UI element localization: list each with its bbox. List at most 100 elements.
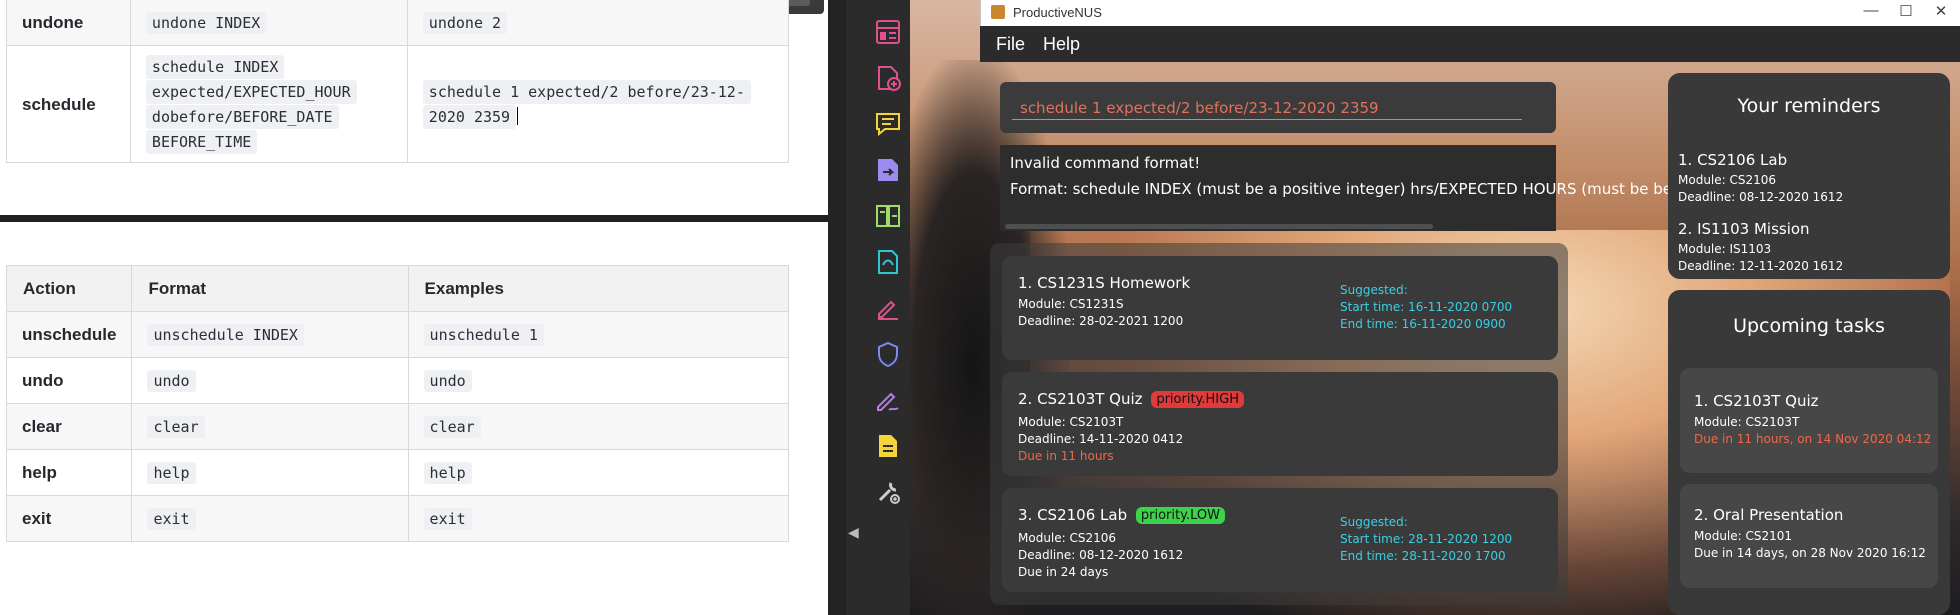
task-suggested: Suggested: — [1340, 283, 1408, 297]
example-code: schedule 1 expected/2 before/23-12- — [422, 80, 751, 104]
example-cell: undone 2 — [406, 0, 790, 46]
example-cell: clear — [407, 403, 790, 450]
example-code: 2020 2359 — [422, 105, 517, 129]
collapse-strip[interactable] — [828, 0, 846, 615]
upcoming-tasks-panel: Upcoming tasks 1. CS2103T Quiz Module: C… — [1668, 290, 1950, 615]
action-cell: schedule — [6, 45, 131, 163]
fill-sign-icon[interactable] — [874, 386, 902, 414]
priority-badge: priority.HIGH — [1151, 391, 1244, 408]
window-titlebar[interactable]: ProductiveNUS — ☐ ✕ — [980, 0, 1960, 26]
task-due: Due in 11 hours — [1018, 449, 1114, 463]
reminder-title: 1. CS2106 Lab — [1678, 151, 1788, 169]
productivenus-window: ProductiveNUS — ☐ ✕ File Help Invalid co… — [910, 0, 1960, 615]
task-deadline: Deadline: 28-02-2021 1200 — [1018, 314, 1184, 328]
task-title: 3. CS2106 Lab — [1018, 506, 1128, 524]
example-code: help — [423, 461, 472, 484]
menu-help[interactable]: Help — [1043, 34, 1080, 55]
task-end-time: End time: 16-11-2020 0900 — [1340, 317, 1506, 331]
document-icon[interactable] — [874, 432, 902, 460]
maximize-button[interactable]: ☐ — [1891, 2, 1921, 20]
reminder-module: Module: CS2106 — [1678, 173, 1777, 187]
example-code: unschedule 1 — [423, 323, 544, 346]
table-row: schedule schedule INDEX expected/EXPECTE… — [6, 45, 790, 163]
example-cell: unschedule 1 — [407, 311, 790, 358]
format-cell: schedule INDEX expected/EXPECTED_HOUR do… — [129, 45, 408, 163]
upcoming-card[interactable]: 1. CS2103T Quiz Module: CS2103T Due in 1… — [1680, 368, 1938, 473]
header-action: Action — [5, 265, 133, 312]
command-box — [1000, 82, 1556, 133]
text-cursor — [517, 107, 519, 125]
reminder-deadline: Deadline: 12-11-2020 1612 — [1678, 259, 1844, 273]
priority-badge: priority.LOW — [1135, 507, 1225, 524]
table-row: unschedule unschedule INDEX unschedule 1 — [5, 311, 790, 358]
upcoming-due: Due in 14 days, on 28 Nov 2020 16:12 — [1694, 546, 1926, 560]
table-row: help help help — [5, 449, 790, 496]
format-cell: clear — [131, 403, 409, 450]
organize-icon[interactable] — [874, 202, 902, 230]
table-row: clear clear clear — [5, 403, 790, 450]
example-code: clear — [423, 415, 481, 438]
format-code: unschedule INDEX — [147, 323, 304, 346]
result-scrollbar[interactable] — [1005, 224, 1433, 229]
action-cell: undone — [6, 0, 131, 46]
reminders-header: Your reminders — [1737, 95, 1881, 117]
result-display: Invalid command format! Format: schedule… — [1000, 145, 1672, 231]
header-format: Format — [131, 265, 409, 312]
upcoming-module: Module: CS2101 — [1694, 529, 1793, 543]
minimize-button[interactable]: — — [1856, 2, 1886, 19]
format-code: clear — [147, 415, 205, 438]
format-code: dobefore/BEFORE_DATE — [145, 105, 339, 129]
command-table-bottom: Action Format Examples unschedule unsche… — [5, 265, 790, 542]
table-header-row: Action Format Examples — [5, 265, 790, 312]
upcoming-card[interactable]: 2. Oral Presentation Module: CS2101 Due … — [1680, 484, 1938, 588]
convert-icon[interactable] — [874, 248, 902, 276]
layout-icon[interactable] — [874, 18, 902, 46]
action-cell: clear — [5, 403, 133, 450]
task-module: Module: CS1231S — [1018, 297, 1124, 311]
task-start-time: Start time: 28-11-2020 1200 — [1340, 532, 1513, 546]
example-cell: exit — [407, 495, 790, 542]
task-card[interactable]: 3. CS2106 Lab priority.LOW Module: CS210… — [1002, 488, 1558, 592]
task-module: Module: CS2103T — [1018, 415, 1124, 429]
format-cell: undone INDEX — [129, 0, 408, 46]
task-title: 2. CS2103T Quiz — [1018, 390, 1143, 408]
export-icon[interactable] — [874, 156, 902, 184]
format-code: help — [147, 461, 196, 484]
sign-icon[interactable] — [874, 294, 902, 322]
upcoming-due: Due in 11 hours, on 14 Nov 2020 04:12 — [1694, 432, 1932, 446]
format-code: schedule INDEX — [145, 55, 285, 79]
action-cell: undo — [5, 357, 133, 404]
format-code: exit — [147, 507, 196, 530]
user-guide-document: undone undone INDEX undone 2 schedule sc… — [0, 0, 828, 615]
task-deadline: Deadline: 14-11-2020 0412 — [1018, 432, 1184, 446]
example-cell: undo — [407, 357, 790, 404]
format-code: BEFORE_TIME — [145, 130, 258, 154]
close-button[interactable]: ✕ — [1926, 2, 1956, 20]
example-cell: help — [407, 449, 790, 496]
task-card[interactable]: 1. CS1231S Homework Module: CS1231S Dead… — [1002, 256, 1558, 360]
task-card[interactable]: 2. CS2103T Quiz priority.HIGH Module: CS… — [1002, 372, 1558, 476]
format-cell: undo — [131, 357, 409, 404]
task-deadline: Deadline: 08-12-2020 1612 — [1018, 548, 1184, 562]
table-row: undone undone INDEX undone 2 — [6, 0, 790, 46]
page-divider — [0, 215, 828, 222]
command-input[interactable] — [1012, 96, 1522, 120]
upcoming-title: 2. Oral Presentation — [1694, 506, 1844, 524]
example-cell: schedule 1 expected/2 before/23-12- 2020… — [406, 45, 790, 163]
reminder-deadline: Deadline: 08-12-2020 1612 — [1678, 190, 1844, 204]
example-code: exit — [423, 507, 472, 530]
tools-icon[interactable] — [874, 478, 902, 506]
reminder-title: 2. IS1103 Mission — [1678, 220, 1810, 238]
comment-icon[interactable] — [874, 110, 902, 138]
add-file-icon[interactable] — [874, 64, 902, 92]
collapse-arrow-icon[interactable]: ◀ — [848, 524, 859, 541]
protect-icon[interactable] — [874, 340, 902, 368]
format-code: undone INDEX — [145, 11, 267, 34]
task-suggested: Suggested: — [1340, 515, 1408, 529]
menu-file[interactable]: File — [996, 34, 1025, 55]
app-logo-icon — [991, 5, 1005, 19]
header-examples: Examples — [407, 265, 790, 312]
task-module: Module: CS2106 — [1018, 531, 1117, 545]
format-code: undo — [147, 369, 196, 392]
action-cell: help — [5, 449, 133, 496]
